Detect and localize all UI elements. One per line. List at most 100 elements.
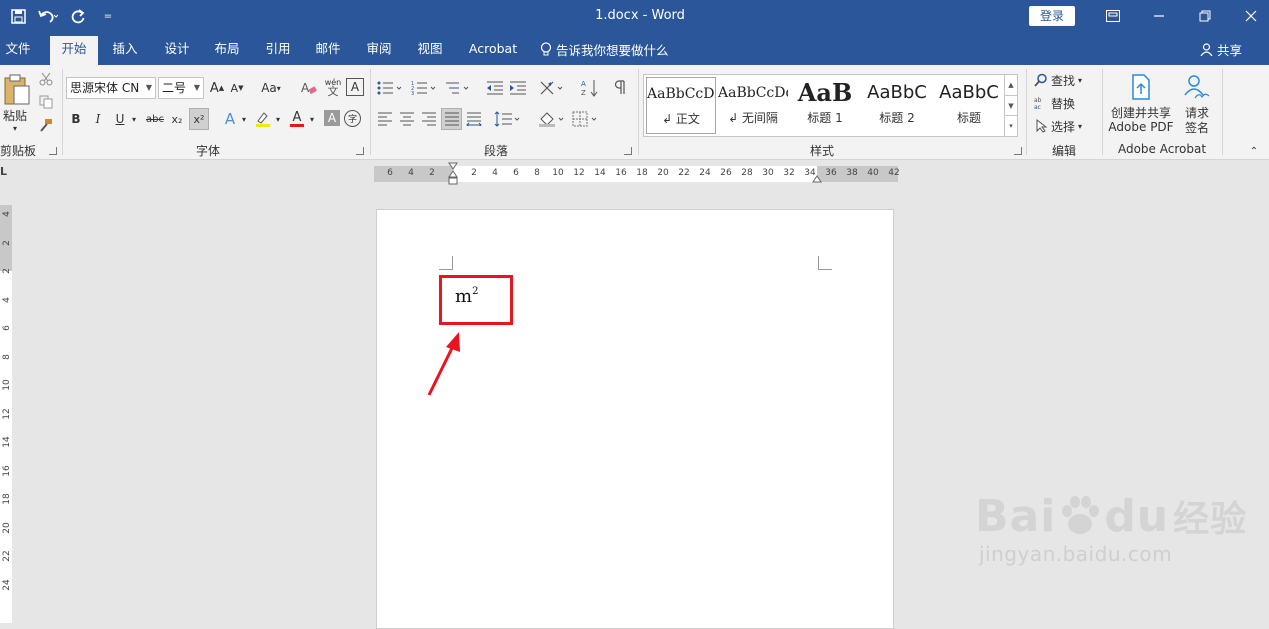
find-button[interactable]: 查找 ▾ <box>1034 71 1096 89</box>
clipboard-launcher-icon[interactable] <box>49 147 57 155</box>
tab-mailings[interactable]: 邮件 <box>307 36 349 65</box>
chinese-layout-icon[interactable] <box>538 78 566 98</box>
shrink-font-icon[interactable]: A ▼ <box>228 78 246 98</box>
bold-button[interactable]: B <box>68 109 84 129</box>
ruler-tick: 22 <box>2 550 12 562</box>
tab-insert[interactable]: 插入 <box>104 36 146 65</box>
sort-icon[interactable]: AZ <box>580 77 600 99</box>
cut-icon[interactable] <box>38 71 54 87</box>
font-size-combo[interactable]: 二号 ▼ <box>158 77 204 99</box>
increase-indent-icon[interactable] <box>508 78 528 98</box>
save-icon[interactable] <box>6 5 30 27</box>
style-normal[interactable]: AaBbCcDd ↲ 正文 <box>646 77 716 134</box>
scroll-down-icon[interactable]: ▼ <box>1005 95 1017 115</box>
tab-acrobat[interactable]: Acrobat <box>463 36 523 65</box>
close-icon[interactable] <box>1228 4 1269 28</box>
underline-dropdown-icon[interactable]: ▾ <box>129 109 139 129</box>
create-pdf-label-2[interactable]: Adobe PDF <box>1106 120 1176 134</box>
highlight-color-icon[interactable] <box>254 109 272 129</box>
font-launcher-icon[interactable] <box>356 147 364 155</box>
ruler-tick: 40 <box>867 168 879 178</box>
bullets-icon[interactable] <box>376 78 404 98</box>
copy-icon[interactable] <box>38 94 54 110</box>
request-signature-label[interactable]: 请求 <box>1180 105 1214 120</box>
enclose-characters-icon[interactable]: 字 <box>344 110 361 127</box>
decrease-indent-icon[interactable] <box>485 78 505 98</box>
align-left-icon[interactable] <box>376 109 394 129</box>
align-center-icon[interactable] <box>398 109 416 129</box>
tab-layout[interactable]: 布局 <box>206 36 248 65</box>
line-spacing-icon[interactable] <box>493 109 523 129</box>
scroll-up-icon[interactable]: ▲ <box>1005 75 1017 95</box>
clear-formatting-icon[interactable]: A <box>300 78 318 98</box>
ribbon-display-options-icon[interactable] <box>1090 4 1136 28</box>
highlight-dropdown-icon[interactable]: ▾ <box>273 109 283 129</box>
styles-more-icon[interactable]: ▾ <box>1005 115 1017 135</box>
login-button[interactable]: 登录 <box>1029 6 1075 26</box>
vertical-ruler[interactable]: 4 2 2 4 6 8 10 12 14 16 18 20 22 24 <box>0 205 12 623</box>
tab-file[interactable]: 文件 <box>0 36 36 65</box>
create-pdf-label[interactable]: 创建并共享 <box>1106 105 1176 120</box>
style-title[interactable]: AaBbC 标题 <box>934 77 1004 134</box>
phonetic-guide-icon[interactable]: wén 文 <box>322 77 344 97</box>
request-signature-label-2[interactable]: 签名 <box>1180 120 1214 135</box>
tell-me-search[interactable]: 告诉我你想要做什么 <box>540 40 669 59</box>
paste-icon[interactable] <box>2 73 32 107</box>
tab-design[interactable]: 设计 <box>156 36 198 65</box>
grow-font-icon[interactable]: A ▲ <box>208 78 226 98</box>
text-effects-icon[interactable]: A <box>222 109 238 129</box>
ruler-tick: 20 <box>657 168 669 178</box>
styles-launcher-icon[interactable] <box>1014 147 1022 155</box>
tab-review[interactable]: 审阅 <box>358 36 400 65</box>
customize-qat-button[interactable]: = <box>96 5 120 27</box>
multilevel-list-icon[interactable] <box>444 78 472 98</box>
superscript-button[interactable]: x² <box>189 108 209 130</box>
distributed-icon[interactable] <box>465 109 483 129</box>
paragraph-launcher-icon[interactable] <box>624 147 632 155</box>
paste-label[interactable]: 粘贴 <box>0 107 30 123</box>
redo-icon[interactable] <box>66 5 90 27</box>
align-right-icon[interactable] <box>420 109 438 129</box>
subscript-button[interactable]: x₂ <box>168 109 186 129</box>
minimize-icon[interactable] <box>1136 4 1182 28</box>
collapse-ribbon-icon[interactable]: ⌃ <box>1247 145 1261 157</box>
shading-icon[interactable] <box>537 109 567 129</box>
text-effects-dropdown-icon[interactable]: ▾ <box>239 109 249 129</box>
svg-text:A: A <box>581 80 586 88</box>
paste-dropdown-icon[interactable]: ▾ <box>8 123 22 133</box>
share-button[interactable]: 共享 <box>1200 40 1242 59</box>
strikethrough-button[interactable]: abc <box>144 109 166 129</box>
format-painter-icon[interactable] <box>38 117 54 133</box>
horizontal-ruler[interactable]: 6 4 2 2 4 6 8 10 12 14 16 18 20 22 24 26 28 30 32 34 36 38 40 4… <box>374 162 900 185</box>
character-shading-icon[interactable]: A <box>324 110 340 126</box>
tab-references[interactable]: 引用 <box>257 36 299 65</box>
italic-button[interactable]: I <box>90 109 106 129</box>
style-heading-1[interactable]: AaB 标题 1 <box>790 77 860 134</box>
character-border-icon[interactable]: A <box>346 78 364 96</box>
create-pdf-icon[interactable] <box>1128 73 1154 101</box>
tab-view[interactable]: 视图 <box>409 36 451 65</box>
styles-scrollbar[interactable]: ▲ ▼ ▾ <box>1004 75 1017 136</box>
style-heading-2[interactable]: AaBbC 标题 2 <box>862 77 932 134</box>
style-no-spacing[interactable]: AaBbCcDd ↲ 无间隔 <box>718 77 788 134</box>
request-signature-icon[interactable] <box>1182 73 1212 101</box>
show-formatting-marks-icon[interactable] <box>612 77 628 99</box>
indent-marker[interactable] <box>448 162 458 188</box>
font-name-combo[interactable]: 思源宋体 CN ▼ <box>66 77 156 99</box>
numbering-icon[interactable]: 123 <box>410 78 438 98</box>
underline-button[interactable]: U <box>112 109 128 129</box>
replace-button[interactable]: ab ac 替换 <box>1034 94 1094 112</box>
change-case-icon[interactable]: Aa ▾ <box>256 78 286 98</box>
restore-icon[interactable] <box>1182 4 1228 28</box>
justify-icon[interactable] <box>441 108 462 130</box>
tab-home[interactable]: 开始 <box>50 36 98 65</box>
document-page[interactable]: m2 <box>376 209 894 629</box>
ruler-tick: 4 <box>492 168 498 178</box>
right-indent-marker[interactable] <box>812 172 822 183</box>
font-color-dropdown-icon[interactable]: ▾ <box>307 109 317 129</box>
tab-selector[interactable]: L <box>0 165 12 183</box>
font-color-icon[interactable]: A <box>288 109 306 129</box>
undo-icon[interactable] <box>36 5 60 27</box>
select-button[interactable]: 选择 ▾ <box>1034 117 1096 135</box>
borders-icon[interactable] <box>571 109 601 129</box>
